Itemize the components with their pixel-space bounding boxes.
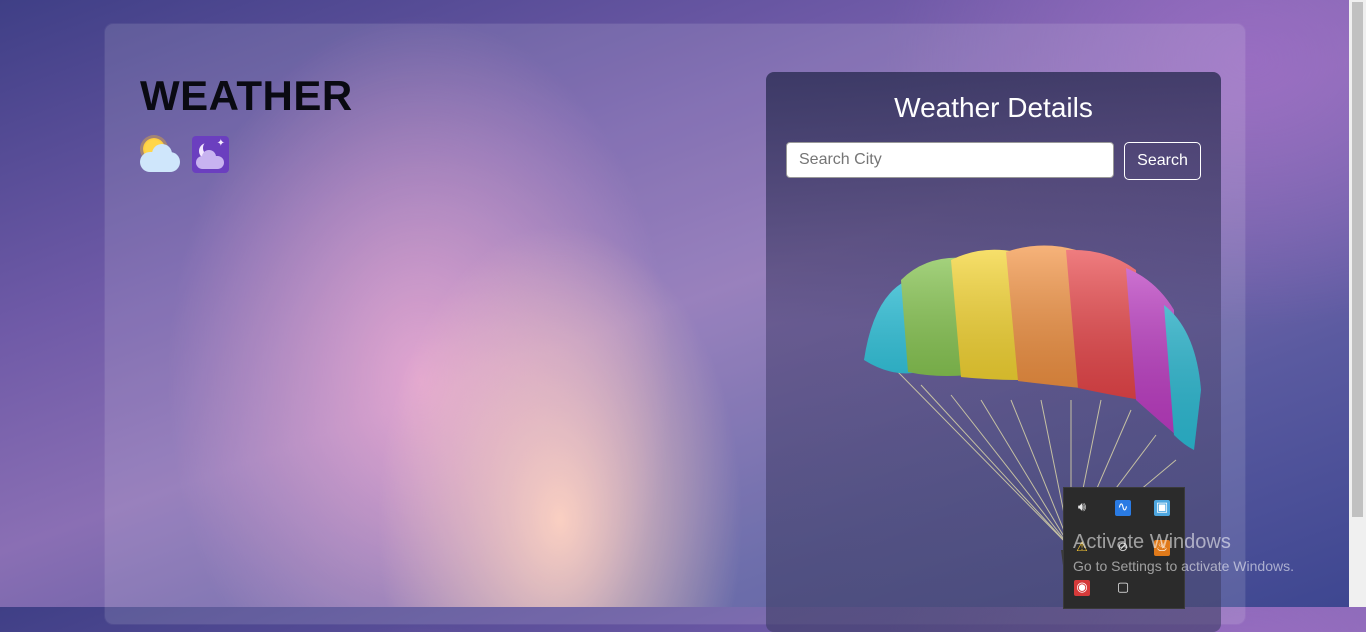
red-app-icon[interactable]: ◉: [1074, 580, 1090, 596]
search-city-input[interactable]: [786, 142, 1114, 178]
white-app-icon[interactable]: ▢: [1115, 580, 1131, 596]
activate-windows-subtitle: Go to Settings to activate Windows.: [1073, 558, 1294, 574]
network-adapter-icon[interactable]: ▣: [1154, 500, 1170, 516]
weather-icons: ✦: [140, 136, 353, 174]
page-title: WEATHER: [140, 72, 353, 119]
page-scrollbar[interactable]: [1349, 0, 1366, 607]
activate-windows-watermark: Activate Windows Go to Settings to activ…: [1073, 530, 1294, 576]
waveform-app-icon[interactable]: ∿: [1115, 500, 1131, 516]
brand-section: WEATHER ✦: [140, 72, 353, 174]
sun-behind-cloud-icon: [140, 136, 180, 174]
volume-icon[interactable]: 🔊︎: [1074, 500, 1090, 516]
activate-windows-title: Activate Windows: [1073, 531, 1231, 553]
night-moon-cloud-icon: ✦: [192, 136, 229, 173]
panel-title: Weather Details: [894, 92, 1093, 123]
search-button[interactable]: Search: [1124, 142, 1201, 180]
scrollbar-thumb[interactable]: [1352, 2, 1363, 517]
